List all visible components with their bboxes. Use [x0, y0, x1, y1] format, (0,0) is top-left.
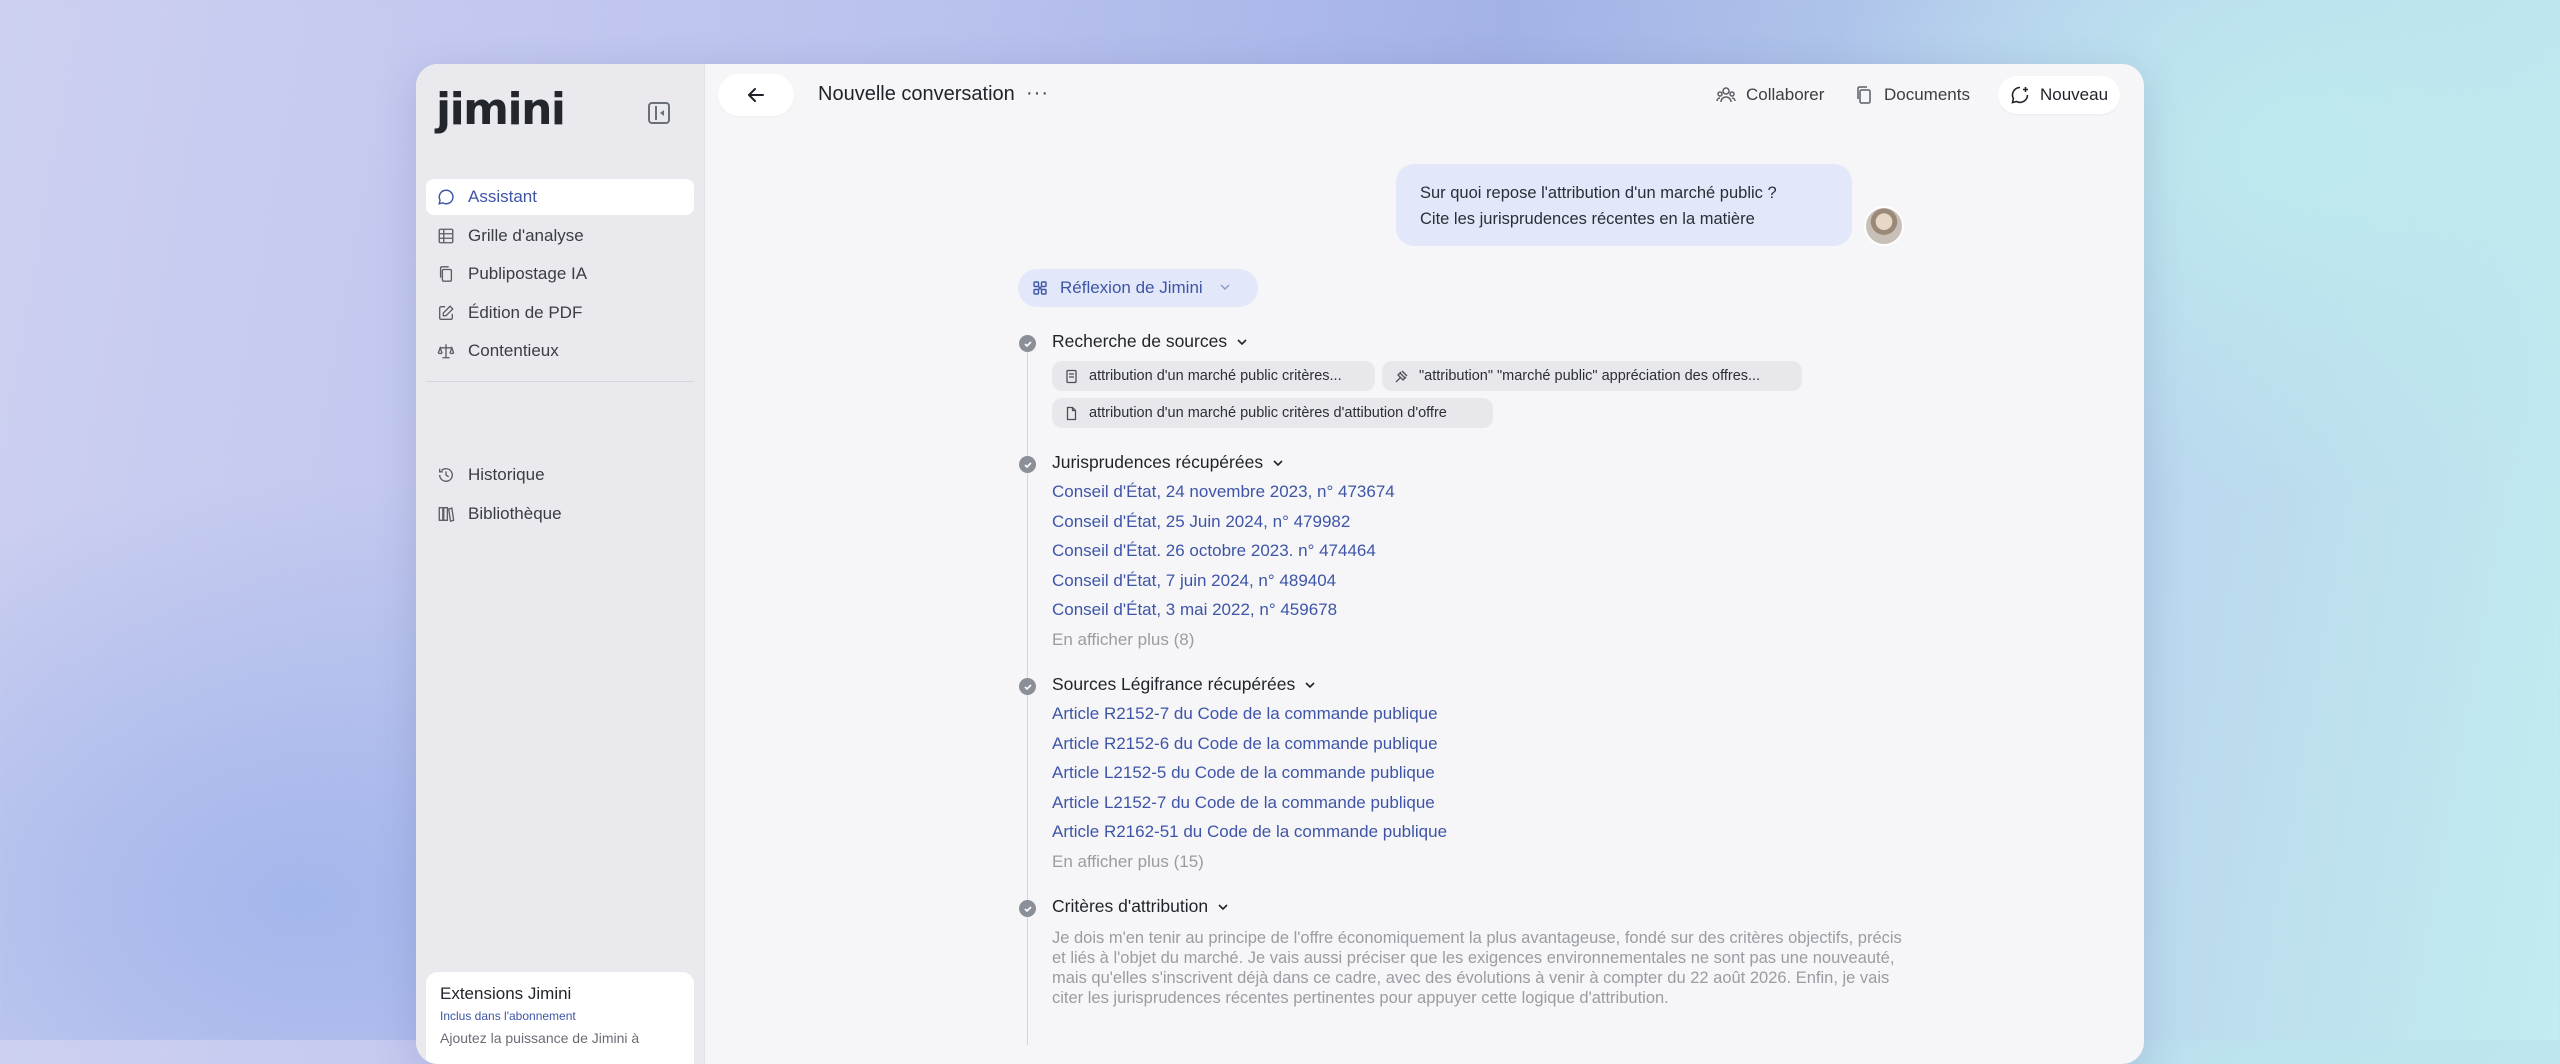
chevron-down-icon	[1220, 284, 1230, 291]
documents-button[interactable]: Documents	[1842, 76, 1982, 114]
new-conversation-button[interactable]: Nouveau	[1998, 76, 2121, 114]
library-icon	[436, 504, 456, 524]
users-icon	[1716, 87, 1736, 103]
step-criteria-toggle[interactable]: Critères d'attribution	[1052, 896, 1230, 917]
sidebar-item-grille[interactable]: Grille d'analyse	[426, 218, 694, 254]
step-check-icon	[1019, 900, 1036, 917]
sidebar-nav-secondary: Historique Bibliothèque	[426, 457, 694, 534]
step-title: Critères d'attribution	[1052, 896, 1209, 916]
chevron-down-icon	[1305, 681, 1315, 688]
new-chat-icon	[2011, 86, 2029, 104]
show-more-legifrance-link[interactable]: En afficher plus (15)	[1052, 852, 1204, 872]
step-title: Jurisprudences récupérées	[1052, 452, 1264, 472]
sidebar-item-label: Édition de PDF	[468, 302, 583, 322]
criteria-reasoning-text: Je dois m'en tenir au principe de l'offr…	[1052, 929, 1902, 1007]
sidebar-item-publipostage[interactable]: Publipostage IA	[426, 256, 694, 292]
extensions-subtitle: Inclus dans l'abonnement	[440, 1009, 576, 1023]
step-check-icon	[1019, 335, 1036, 352]
legifrance-link[interactable]: Article L2152-5 du Code de la commande p…	[1052, 763, 1435, 783]
more-options-icon[interactable]: ···	[1026, 82, 1049, 105]
collaborate-button[interactable]: Collaborer	[1704, 76, 1836, 114]
sidebar-item-pdf[interactable]: Édition de PDF	[426, 295, 694, 331]
legifrance-link[interactable]: Article L2152-7 du Code de la commande p…	[1052, 793, 1435, 813]
extensions-title: Extensions Jimini	[440, 984, 572, 1003]
step-legifrance-toggle[interactable]: Sources Légifrance récupérées	[1052, 674, 1317, 695]
copy-documents-icon	[436, 264, 456, 284]
sidebar-item-assistant[interactable]: Assistant	[426, 179, 694, 215]
step-title: Sources Légifrance récupérées	[1052, 674, 1296, 694]
table-grid-icon	[436, 226, 456, 246]
user-message-line: Cite les jurisprudences récentes en la m…	[1420, 210, 1755, 228]
sidebar-item-bibliotheque[interactable]: Bibliothèque	[426, 496, 694, 532]
jurisprudence-link[interactable]: Conseil d'État, 3 mai 2022, n° 459678	[1052, 600, 1337, 620]
collaborate-label: Collaborer	[1746, 85, 1825, 104]
conversation-title[interactable]: Nouvelle conversation	[818, 83, 1015, 106]
chip-label: attribution d'un marché public critères …	[1089, 405, 1447, 421]
pencil-edit-icon	[436, 303, 456, 323]
sidebar-nav-main: Assistant Grille d'analyse Publipostage …	[426, 179, 694, 372]
extensions-card[interactable]: Extensions Jimini Inclus dans l'abonneme…	[426, 972, 694, 1064]
chevron-down-icon	[1237, 338, 1247, 345]
sidebar-item-label: Contentieux	[468, 341, 559, 360]
document-icon	[1066, 406, 1077, 420]
arrow-left-icon	[748, 88, 764, 102]
search-query-chip[interactable]: "attribution" "marché public" appréciati…	[1382, 361, 1802, 391]
jurisprudence-link[interactable]: Conseil d'État, 24 novembre 2023, n° 473…	[1052, 482, 1395, 502]
step-check-icon	[1019, 456, 1036, 473]
documents-icon	[1857, 86, 1871, 104]
sidebar-collapse-icon[interactable]	[648, 102, 670, 124]
sidebar-item-label: Bibliothèque	[468, 503, 562, 523]
legifrance-link[interactable]: Article R2152-6 du Code de la commande p…	[1052, 734, 1438, 754]
search-query-chip[interactable]: attribution d'un marché public critères …	[1052, 398, 1493, 428]
show-more-juris-link[interactable]: En afficher plus (8)	[1052, 630, 1194, 650]
step-title: Recherche de sources	[1052, 331, 1228, 351]
sidebar-item-label: Assistant	[468, 187, 537, 206]
chip-label: "attribution" "marché public" appréciati…	[1419, 368, 1761, 384]
legifrance-link[interactable]: Article R2152-7 du Code de la commande p…	[1052, 704, 1438, 724]
reflection-toggle[interactable]: Réflexion de Jimini	[1018, 269, 1258, 307]
jimini-logo[interactable]: jimini	[436, 84, 566, 135]
sidebar-item-label: Publipostage IA	[468, 264, 588, 283]
legifrance-link[interactable]: Article R2162-51 du Code de la commande …	[1052, 822, 1447, 842]
sidebar-item-contentieux[interactable]: Contentieux	[426, 333, 694, 369]
step-check-icon	[1019, 678, 1036, 695]
new-label: Nouveau	[2040, 85, 2109, 104]
jurisprudence-link[interactable]: Conseil d'État. 26 octobre 2023. n° 4744…	[1052, 541, 1376, 561]
extensions-description: Ajoutez la puissance de Jimini à	[440, 1030, 640, 1046]
chip-label: attribution d'un marché public critères.…	[1089, 368, 1342, 384]
chevron-down-icon	[1218, 903, 1228, 910]
history-icon	[436, 465, 456, 485]
sidebar-item-label: Historique	[468, 465, 545, 484]
user-avatar	[1864, 206, 1904, 246]
documents-label: Documents	[1884, 85, 1970, 104]
jurisprudence-link[interactable]: Conseil d'État, 25 Juin 2024, n° 479982	[1052, 512, 1350, 532]
back-button[interactable]	[718, 74, 794, 116]
step-juris-toggle[interactable]: Jurisprudences récupérées	[1052, 452, 1285, 473]
gavel-icon	[1395, 370, 1408, 382]
reflection-label: Réflexion de Jimini	[1060, 278, 1203, 297]
search-query-chip[interactable]: attribution d'un marché public critères.…	[1052, 361, 1375, 391]
top-bar: Nouvelle conversation ··· Collaborer Doc…	[704, 64, 2144, 126]
database-icon	[1066, 369, 1077, 383]
sidebar: jimini Assistant Grille d'analyse Publip…	[416, 64, 705, 1064]
sidebar-item-historique[interactable]: Historique	[426, 457, 694, 493]
chat-bubble-icon	[436, 187, 456, 207]
timeline-line	[1027, 345, 1028, 1045]
chevron-down-icon	[1273, 459, 1283, 466]
step-search-toggle[interactable]: Recherche de sources	[1052, 331, 1249, 352]
reflection-icon	[1033, 281, 1047, 295]
sidebar-divider	[426, 381, 694, 382]
user-message-line: Sur quoi repose l'attribution d'un march…	[1420, 184, 1777, 202]
jurisprudence-link[interactable]: Conseil d'État, 7 juin 2024, n° 489404	[1052, 571, 1336, 591]
sidebar-item-label: Grille d'analyse	[468, 225, 584, 245]
scale-icon	[436, 341, 456, 361]
user-message-bubble: Sur quoi repose l'attribution d'un march…	[1396, 164, 1852, 246]
